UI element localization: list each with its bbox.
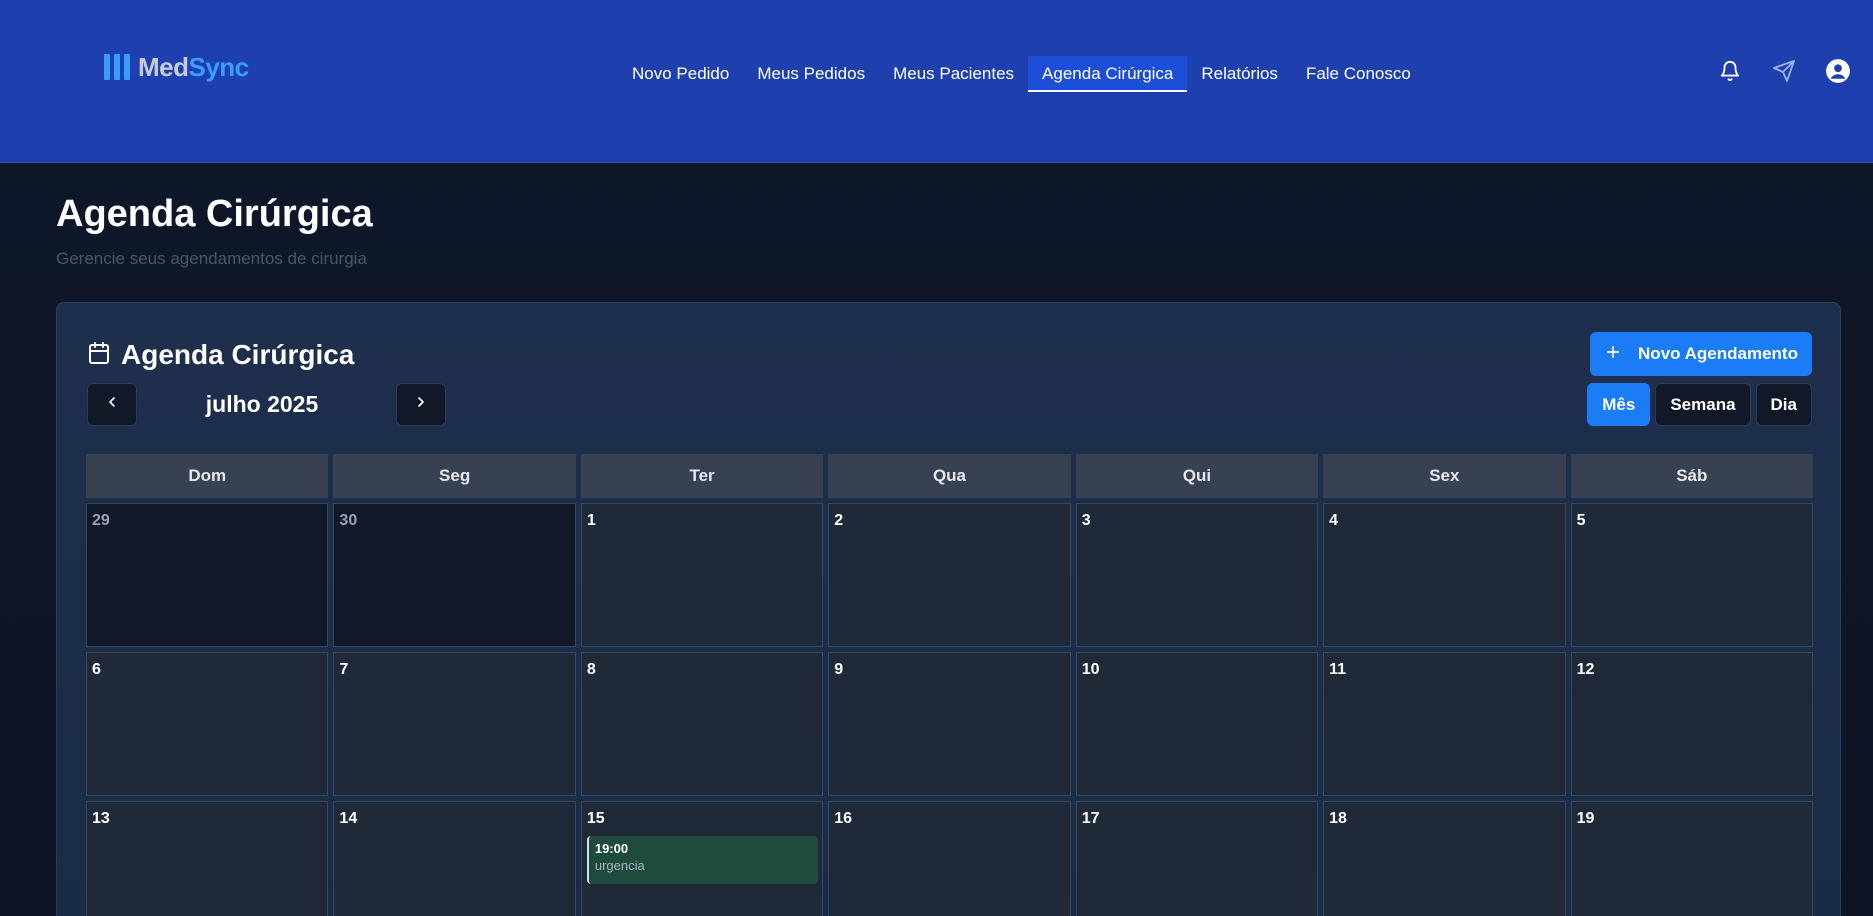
send-icon[interactable] bbox=[1771, 58, 1797, 84]
day-cell[interactable]: 4 bbox=[1323, 503, 1566, 647]
month-calendar: Dom Seg Ter Qua Qui Sex Sáb 29 30 1 2 3 … bbox=[86, 454, 1813, 916]
calendar-card: Agenda Cirúrgica julho 2025 Novo Agendam… bbox=[56, 302, 1841, 916]
logo-text-suffix: Sync bbox=[188, 51, 250, 82]
day-cell[interactable]: 12 bbox=[1570, 652, 1813, 796]
calendar-title: Agenda Cirúrgica bbox=[121, 339, 355, 370]
app-logo[interactable]: MedSync bbox=[104, 52, 249, 82]
main-nav: Novo Pedido Meus Pedidos Meus Pacientes … bbox=[618, 56, 1425, 92]
bell-icon[interactable] bbox=[1717, 58, 1743, 84]
day-number: 30 bbox=[339, 512, 358, 529]
view-day-button[interactable]: Dia bbox=[1755, 383, 1812, 426]
month-navigation: julho 2025 bbox=[87, 383, 447, 427]
calendar-header: Agenda Cirúrgica bbox=[87, 339, 354, 371]
weekday-label: Dom bbox=[86, 454, 329, 498]
day-cell[interactable]: 10 bbox=[1075, 652, 1319, 796]
day-number: 19 bbox=[1576, 810, 1595, 827]
nav-item-fale-conosco[interactable]: Fale Conosco bbox=[1292, 56, 1425, 92]
day-cell[interactable]: 8 bbox=[580, 652, 824, 796]
surgery-event[interactable]: 19:00 urgencia bbox=[586, 836, 819, 884]
event-title: urgencia bbox=[594, 858, 645, 873]
new-appointment-button[interactable]: Novo Agendamento bbox=[1590, 332, 1812, 376]
day-number: 7 bbox=[339, 661, 349, 678]
day-cell[interactable]: 11 bbox=[1323, 652, 1566, 796]
top-navbar: MedSync Novo Pedido Meus Pedidos Meus Pa… bbox=[0, 0, 1873, 163]
plus-icon bbox=[1604, 343, 1622, 366]
day-cell[interactable]: 7 bbox=[333, 652, 576, 796]
day-cell[interactable]: 14 bbox=[333, 801, 576, 916]
nav-item-meus-pedidos[interactable]: Meus Pedidos bbox=[743, 56, 879, 92]
day-number: 9 bbox=[834, 661, 844, 678]
day-cell[interactable]: 19 bbox=[1570, 801, 1813, 916]
logo-bars-icon bbox=[104, 54, 130, 80]
current-month-label: julho 2025 bbox=[205, 391, 319, 417]
day-number: 13 bbox=[92, 810, 110, 827]
logo-text-prefix: Med bbox=[138, 51, 189, 82]
weekday-label: Qui bbox=[1075, 454, 1319, 498]
day-number: 11 bbox=[1329, 661, 1347, 678]
day-cell[interactable]: 30 bbox=[333, 503, 576, 647]
day-number: 6 bbox=[92, 661, 101, 678]
weekday-label: Seg bbox=[333, 454, 576, 498]
day-cell[interactable]: 17 bbox=[1075, 801, 1319, 916]
weekday-label: Sáb bbox=[1570, 454, 1813, 498]
day-number: 14 bbox=[339, 810, 358, 827]
view-week-button[interactable]: Semana bbox=[1655, 383, 1751, 426]
day-number: 16 bbox=[834, 810, 853, 827]
day-cell[interactable]: 2 bbox=[828, 503, 1071, 647]
day-number: 12 bbox=[1576, 661, 1595, 678]
user-icon[interactable] bbox=[1825, 58, 1851, 84]
day-number: 3 bbox=[1081, 512, 1091, 529]
chevron-left-icon bbox=[104, 394, 120, 415]
prev-month-button[interactable] bbox=[87, 383, 137, 426]
day-cell[interactable]: 16 bbox=[828, 801, 1071, 916]
weekday-label: Ter bbox=[580, 454, 824, 498]
page-title: Agenda Cirúrgica bbox=[56, 193, 373, 235]
event-time: 19:00 bbox=[594, 841, 629, 856]
nav-item-meus-pacientes[interactable]: Meus Pacientes bbox=[879, 56, 1028, 92]
day-cell[interactable]: 1 bbox=[580, 503, 824, 647]
day-cell[interactable]: 3 bbox=[1075, 503, 1319, 647]
nav-item-relatorios[interactable]: Relatórios bbox=[1187, 56, 1292, 92]
nav-item-novo-pedido[interactable]: Novo Pedido bbox=[618, 56, 743, 92]
view-toggle: Mês Semana Dia bbox=[1587, 383, 1812, 426]
day-cell[interactable]: 29 bbox=[86, 503, 329, 647]
weekday-header: Dom Seg Ter Qua Qui Sex Sáb bbox=[86, 454, 1813, 498]
day-number: 4 bbox=[1329, 512, 1339, 529]
day-cell[interactable]: 5 bbox=[1570, 503, 1813, 647]
header-actions bbox=[1717, 58, 1851, 84]
day-cell[interactable]: 6 bbox=[86, 652, 329, 796]
day-number: 5 bbox=[1576, 512, 1586, 529]
day-number: 15 bbox=[586, 810, 605, 827]
chevron-right-icon bbox=[413, 394, 429, 415]
calendar-grid: 29 30 1 2 3 4 5 6 7 8 9 10 11 12 13 14 1… bbox=[86, 503, 1813, 916]
day-number: 17 bbox=[1081, 810, 1100, 827]
weekday-label: Qua bbox=[828, 454, 1071, 498]
day-cell[interactable]: 18 bbox=[1323, 801, 1566, 916]
day-cell[interactable]: 15 19:00 urgencia bbox=[580, 801, 824, 916]
day-number: 1 bbox=[586, 512, 596, 529]
day-cell[interactable]: 13 bbox=[86, 801, 329, 916]
day-number: 8 bbox=[586, 661, 596, 678]
day-number: 29 bbox=[92, 512, 110, 529]
day-number: 2 bbox=[834, 512, 844, 529]
day-number: 18 bbox=[1329, 810, 1347, 827]
calendar-icon bbox=[87, 341, 111, 370]
nav-item-agenda-cirurgica[interactable]: Agenda Cirúrgica bbox=[1028, 56, 1188, 92]
day-cell[interactable]: 9 bbox=[828, 652, 1071, 796]
new-appointment-label: Novo Agendamento bbox=[1638, 344, 1798, 363]
day-number: 10 bbox=[1081, 661, 1100, 678]
weekday-label: Sex bbox=[1323, 454, 1566, 498]
page-subtitle: Gerencie seus agendamentos de cirurgia bbox=[56, 249, 367, 268]
view-month-button[interactable]: Mês bbox=[1587, 383, 1651, 426]
next-month-button[interactable] bbox=[396, 383, 446, 426]
